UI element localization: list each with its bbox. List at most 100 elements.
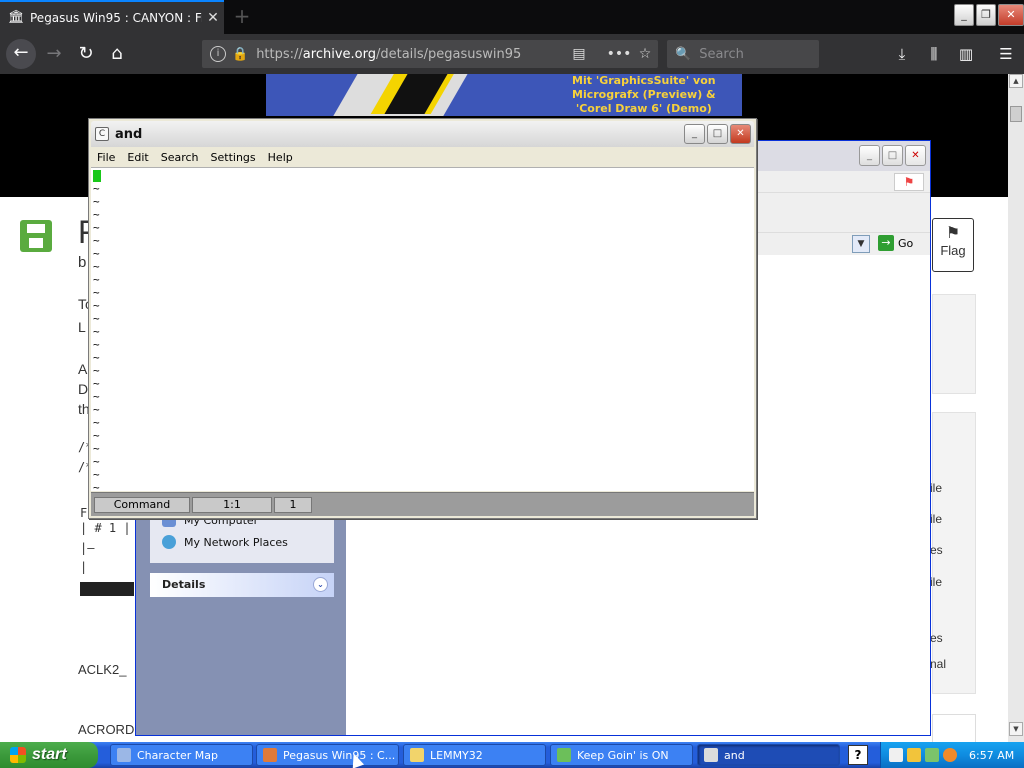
address-dropdown-icon[interactable]: ▼ — [852, 235, 870, 253]
url-text[interactable]: https://archive.org/details/pegasuswin95 — [256, 47, 566, 62]
reload-button[interactable]: ↻ — [72, 40, 100, 68]
details-panel-header[interactable]: Details ⌄ — [150, 573, 334, 597]
download-option[interactable]: ile — [930, 512, 942, 526]
task-label: LEMMY32 — [430, 748, 483, 762]
text-cursor — [93, 170, 101, 182]
menu-help[interactable]: Help — [268, 151, 293, 164]
vim-maximize-button[interactable]: □ — [707, 124, 728, 144]
explorer-maximize-button[interactable]: □ — [882, 145, 903, 166]
page-actions-icon[interactable]: ••• — [606, 46, 632, 62]
download-option[interactable]: es — [930, 631, 943, 645]
reader-view-icon[interactable]: ▤ — [566, 46, 592, 62]
search-input[interactable] — [699, 46, 810, 62]
vim-minimize-button[interactable]: _ — [684, 124, 705, 144]
task-pegasus[interactable]: Pegasus Win95 : C... — [256, 744, 399, 766]
text-fragment: D — [78, 381, 89, 397]
start-button[interactable]: start — [0, 742, 98, 768]
download-option[interactable]: ile — [930, 481, 942, 495]
go-label: Go — [898, 236, 914, 250]
desktop-screen: 🏛 Pegasus Win95 : CANYON : Free D ✕ + _ … — [0, 0, 1024, 768]
explorer-minimize-button[interactable]: _ — [859, 145, 880, 166]
browser-close-button[interactable]: ✕ — [998, 4, 1024, 26]
url-path: /details/pegasuswin95 — [375, 46, 522, 62]
browser-minimize-button[interactable]: _ — [954, 4, 974, 26]
empty-line-tilde: ~ — [93, 247, 100, 260]
clock[interactable]: 6:57 AM — [969, 749, 1014, 762]
cover-image: Mit 'GraphicsSuite' von Micrografx (Prev… — [266, 74, 742, 116]
empty-line-tilde: ~ — [93, 234, 100, 247]
byline-fragment: b — [78, 254, 87, 271]
taskbar: start Character Map Pegasus Win95 : C...… — [0, 742, 1024, 768]
empty-line-tilde: ~ — [93, 403, 100, 416]
tray-keyboard-icon[interactable] — [889, 748, 903, 762]
tray-app-icon[interactable] — [925, 748, 939, 762]
chevron-down-icon[interactable]: ⌄ — [313, 577, 328, 592]
sidebar-icon[interactable]: ▥ — [952, 40, 980, 68]
vim-app-icon: C — [95, 127, 109, 141]
browser-tab-active[interactable]: 🏛 Pegasus Win95 : CANYON : Free D ✕ — [0, 0, 224, 34]
download-option[interactable]: ile — [930, 575, 942, 589]
library-icon[interactable]: ⫼ — [920, 40, 948, 68]
scroll-up-arrow-icon[interactable]: ▲ — [1009, 74, 1023, 88]
task-label: Keep Goin' is ON — [577, 748, 669, 762]
site-info-icon[interactable]: i — [210, 46, 226, 62]
search-bar[interactable]: 🔍 — [667, 40, 819, 68]
browser-window-controls: _ ❐ ✕ — [954, 4, 1024, 26]
flag-icon: ⚑ — [945, 225, 961, 242]
vim-window: C and _ □ ✕ File Edit Search Settings He… — [88, 118, 757, 519]
page-scrollbar[interactable]: ▲ ▼ — [1008, 74, 1024, 742]
empty-line-tilde: ~ — [93, 273, 100, 286]
back-button[interactable]: ← — [6, 39, 36, 69]
lock-icon: 🔒 — [232, 46, 249, 62]
vim-close-button[interactable]: ✕ — [730, 124, 751, 144]
empty-line-tilde: ~ — [93, 286, 100, 299]
explorer-close-button[interactable]: ✕ — [905, 145, 926, 166]
new-tab-button[interactable]: + — [230, 5, 254, 29]
menu-hamburger-icon[interactable]: ☰ — [992, 40, 1020, 68]
flag-button[interactable]: ⚑ Flag — [932, 218, 974, 272]
tab-close-icon[interactable]: ✕ — [202, 10, 224, 26]
text-fragment: | # 1 | — [80, 521, 131, 535]
place-label: My Network Places — [184, 535, 288, 549]
tray-network-icon[interactable] — [907, 748, 921, 762]
empty-line-tilde: ~ — [93, 260, 100, 273]
menu-settings[interactable]: Settings — [211, 151, 256, 164]
scroll-thumb[interactable] — [1010, 106, 1022, 122]
windows-logo-icon: ⚑ — [894, 173, 924, 191]
vim-status-bar: Command 1:1 1 — [91, 492, 754, 516]
go-button[interactable]: → Go — [878, 235, 913, 251]
vim-window-controls: _ □ ✕ — [684, 124, 751, 144]
menu-search[interactable]: Search — [161, 151, 199, 164]
character-map-icon — [117, 748, 131, 762]
menu-edit[interactable]: Edit — [127, 151, 148, 164]
task-and-vim[interactable]: and — [697, 744, 840, 766]
text-fragment: | — [80, 560, 88, 574]
home-button[interactable]: ⌂ — [103, 40, 131, 68]
vim-window-title: and — [115, 126, 143, 142]
place-my-network[interactable]: My Network Places — [162, 535, 288, 549]
status-number: 1 — [274, 497, 312, 513]
empty-line-tilde: ~ — [93, 299, 100, 312]
download-option[interactable]: es — [930, 543, 943, 557]
scroll-down-arrow-icon[interactable]: ▼ — [1009, 722, 1023, 736]
bookmark-star-icon[interactable]: ☆ — [632, 46, 658, 62]
tray-search-icon[interactable] — [943, 748, 957, 762]
task-lemmy32[interactable]: LEMMY32 — [403, 744, 546, 766]
task-character-map[interactable]: Character Map — [110, 744, 253, 766]
browser-restore-button[interactable]: ❐ — [976, 4, 996, 26]
download-option[interactable]: nal — [930, 657, 946, 671]
status-mode: Command — [94, 497, 190, 513]
task-keep-goin[interactable]: Keep Goin' is ON — [550, 744, 693, 766]
vim-text-area[interactable]: ~ ~ ~ ~ ~ ~ ~ ~ ~ ~ ~ ~ ~ ~ ~ ~ ~ ~ ~ ~ ~ ~ ~ ~ — [91, 167, 754, 491]
empty-line-tilde: ~ — [93, 221, 100, 234]
downloads-icon[interactable]: ⤓ — [888, 40, 916, 68]
url-bar[interactable]: i 🔒 https://archive.org/details/pegasusw… — [202, 40, 658, 68]
menu-file[interactable]: File — [97, 151, 115, 164]
help-icon[interactable]: ? — [848, 745, 868, 765]
page-box — [932, 714, 976, 742]
forward-button[interactable]: → — [40, 40, 68, 68]
vim-title-bar[interactable]: C and _ □ ✕ — [91, 121, 754, 147]
browser-nav-bar: ← → ↻ ⌂ i 🔒 https://archive.org/details/… — [0, 34, 1024, 74]
empty-line-tilde: ~ — [93, 312, 100, 325]
url-scheme: https:// — [256, 46, 303, 62]
